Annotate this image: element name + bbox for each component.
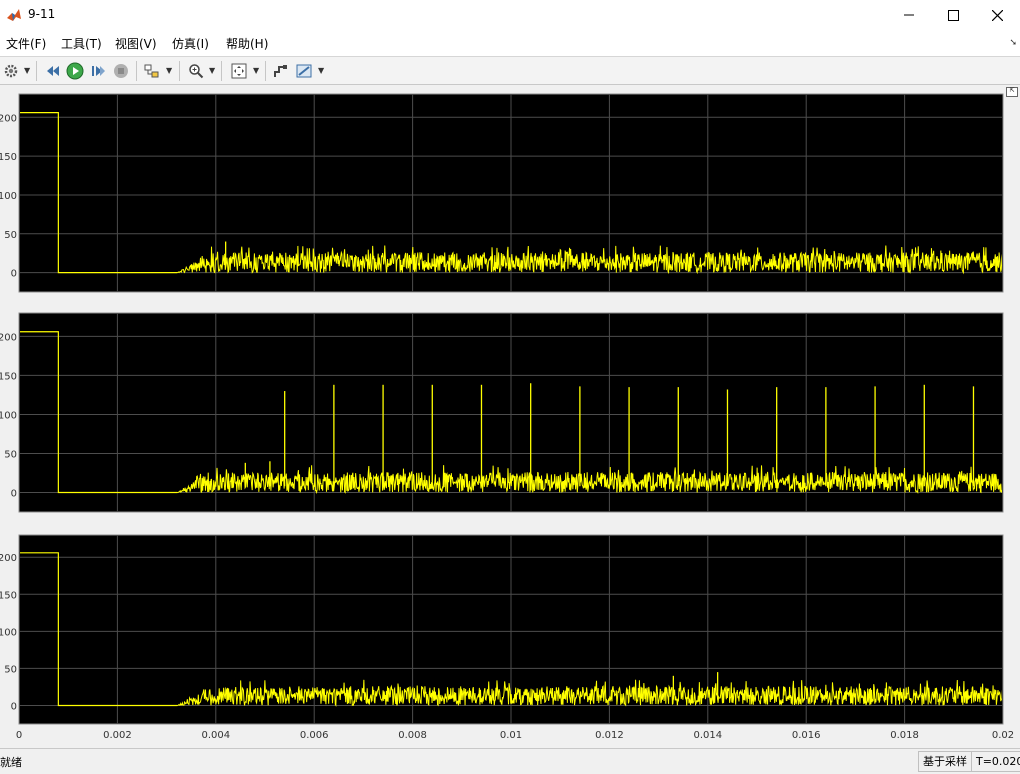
- run-button[interactable]: [65, 61, 85, 81]
- settings-button[interactable]: [1, 61, 21, 81]
- maximize-icon: [947, 9, 959, 21]
- sim-time-label: T=0.020: [971, 751, 1020, 772]
- zoom-icon: [189, 64, 204, 79]
- run-icon: [66, 62, 84, 80]
- fit-to-view-button[interactable]: [229, 61, 249, 81]
- expand-toolbar-icon[interactable]: ➘: [1009, 38, 1017, 48]
- step-forward-icon: [92, 66, 105, 76]
- close-icon: [991, 9, 1003, 21]
- y-tick-label: 100: [0, 627, 17, 638]
- close-button[interactable]: [974, 0, 1020, 30]
- sample-mode-label: 基于采样: [918, 751, 972, 772]
- y-tick-label: 50: [4, 449, 17, 460]
- minimize-button[interactable]: [886, 0, 932, 30]
- x-tick-label: 0.01: [500, 730, 522, 741]
- window-title: 9-11: [28, 7, 56, 21]
- x-tick-label: 0.002: [103, 730, 132, 741]
- y-tick-label: 150: [0, 152, 17, 163]
- menu-bar: 文件(F) 工具(T) 视图(V) 仿真(I) 帮助(H) ➘: [0, 30, 1020, 56]
- matlab-logo-icon: [6, 7, 22, 23]
- title-bar: 9-11: [0, 0, 1020, 30]
- toolbar-separator: [265, 61, 266, 81]
- measurements-icon: [296, 64, 312, 78]
- zoom-dropdown-icon[interactable]: ▼: [209, 66, 215, 75]
- style-button[interactable]: [271, 61, 291, 81]
- scope-panel-1: 0 50 100 150 200: [0, 93, 1004, 293]
- fit-dropdown-icon[interactable]: ▼: [253, 66, 259, 75]
- y-tick-label: 50: [4, 230, 17, 241]
- x-tick-label: 0.008: [398, 730, 427, 741]
- rewind-button[interactable]: [43, 61, 63, 81]
- scope-panel-3: 0 50 100 150 200 0 0.002 0.004 0.006 0.008 0.01 0.0…: [0, 534, 1014, 741]
- x-tick-label: 0.018: [890, 730, 919, 741]
- menu-tools[interactable]: 工具(T): [61, 35, 102, 52]
- fit-to-view-icon: [231, 63, 247, 79]
- toolbar: ▼ ▼ ▼ ▼ ▼: [0, 56, 1020, 85]
- x-tick-label: 0.004: [201, 730, 230, 741]
- scope-plot-area: 0 50 100 150 200 0 50 100 150 200 0 50 100 150 200 0 0.0…: [0, 85, 1020, 748]
- x-tick-label: 0: [16, 730, 22, 741]
- scope-axes-canvas: 0 50 100 150 200 0 50 100 150 200 0 50 100 150 200 0 0.0…: [0, 93, 1014, 741]
- y-tick-label: 50: [4, 664, 17, 675]
- menu-help[interactable]: 帮助(H): [226, 35, 268, 52]
- y-tick-label: 200: [0, 113, 17, 124]
- x-tick-label: 0.012: [595, 730, 624, 741]
- x-tick-label: 0.014: [693, 730, 722, 741]
- menu-file[interactable]: 文件(F): [6, 35, 46, 52]
- undock-icon[interactable]: ⇱: [1006, 87, 1018, 97]
- style-icon: [274, 65, 287, 77]
- rewind-icon: [47, 66, 59, 76]
- y-tick-label: 150: [0, 371, 17, 382]
- highlight-block-button[interactable]: [142, 61, 162, 81]
- x-tick-label: 0.016: [792, 730, 821, 741]
- status-text: 就绪: [0, 756, 22, 769]
- measurements-button[interactable]: [295, 61, 315, 81]
- toolbar-separator: [36, 61, 37, 81]
- maximize-button[interactable]: [930, 0, 976, 30]
- scope-panel-2: 0 50 100 150 200: [0, 312, 1004, 513]
- y-tick-label: 100: [0, 410, 17, 421]
- measurements-dropdown-icon[interactable]: ▼: [318, 66, 324, 75]
- menu-simulation[interactable]: 仿真(I): [172, 35, 209, 52]
- minimize-icon: [904, 14, 914, 16]
- highlight-dropdown-icon[interactable]: ▼: [166, 66, 172, 75]
- menu-view[interactable]: 视图(V): [115, 35, 157, 52]
- highlight-block-icon: [144, 64, 159, 78]
- y-tick-label: 200: [0, 332, 17, 343]
- settings-dropdown-icon[interactable]: ▼: [24, 66, 30, 75]
- y-tick-label: 0: [11, 701, 17, 712]
- stop-button[interactable]: [111, 61, 131, 81]
- status-bar: 就绪 基于采样 T=0.020: [0, 748, 1020, 774]
- y-tick-label: 200: [0, 553, 17, 564]
- zoom-button[interactable]: [186, 61, 206, 81]
- toolbar-separator: [136, 61, 137, 81]
- y-tick-label: 100: [0, 191, 17, 202]
- toolbar-separator: [221, 61, 222, 81]
- y-tick-label: 0: [11, 269, 17, 280]
- y-tick-label: 150: [0, 590, 17, 601]
- x-tick-label: 0.006: [300, 730, 329, 741]
- x-tick-label: 0.02: [992, 730, 1014, 741]
- step-forward-button[interactable]: [88, 61, 108, 81]
- y-tick-label: 0: [11, 488, 17, 499]
- gear-icon: [4, 64, 18, 78]
- stop-icon: [114, 64, 128, 78]
- toolbar-separator: [179, 61, 180, 81]
